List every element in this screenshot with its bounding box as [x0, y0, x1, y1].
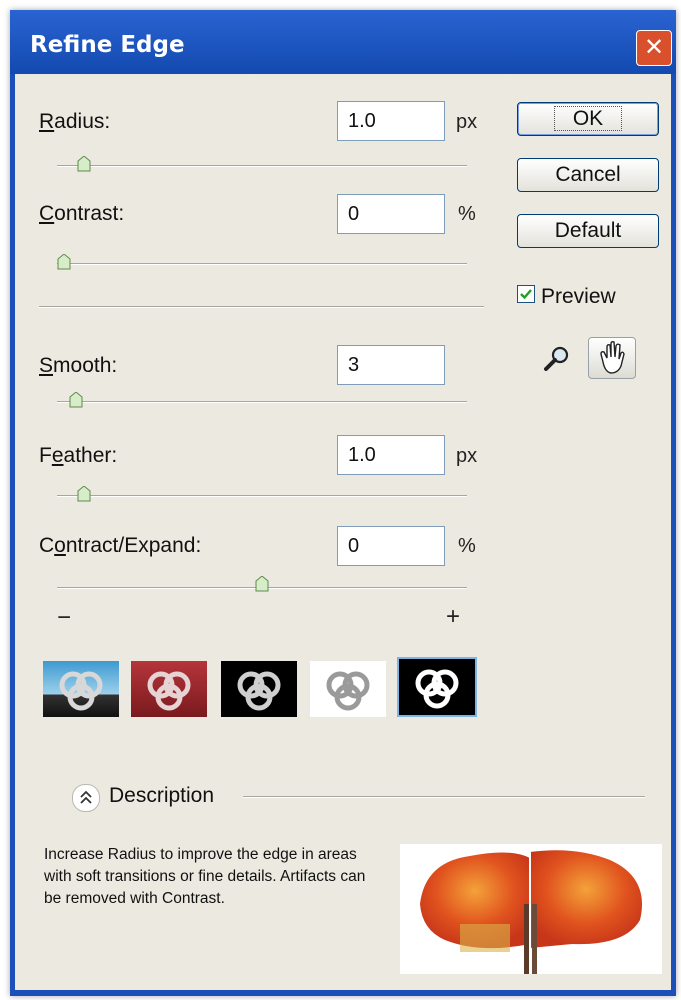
- description-text: Increase Radius to improve the edge in a…: [44, 846, 366, 907]
- dialog-body: Radius: 1.0 px Contrast: 0 % Smooth: 3 F…: [15, 74, 671, 990]
- feather-label: Feather:: [39, 444, 118, 467]
- smooth-slider-thumb[interactable]: [69, 392, 83, 408]
- feather-slider-thumb[interactable]: [77, 486, 91, 502]
- ok-button[interactable]: OK: [517, 102, 659, 136]
- view-mode-standard[interactable]: [43, 661, 119, 717]
- description-divider: [243, 796, 645, 798]
- view-mode-on-white[interactable]: [310, 661, 386, 717]
- cancel-button[interactable]: Cancel: [517, 158, 659, 192]
- close-icon: ✕: [643, 34, 665, 61]
- refine-edge-dialog: Refine Edge ✕ Radius: 1.0 px Contrast: 0…: [10, 10, 676, 996]
- radius-unit: px: [456, 111, 478, 133]
- rings-thumbnail: [147, 671, 191, 711]
- chevron-double-up-icon: [80, 790, 92, 804]
- view-mode-overlay[interactable]: [131, 661, 207, 717]
- radius-label: Radius:: [39, 110, 111, 133]
- tree-preview-image: [400, 844, 662, 974]
- rings-thumbnail: [237, 671, 281, 711]
- contract-expand-input[interactable]: 0: [337, 526, 445, 566]
- contrast-slider-track[interactable]: [57, 263, 467, 265]
- default-button[interactable]: Default: [517, 214, 659, 248]
- smooth-slider-track[interactable]: [57, 401, 467, 403]
- zoom-icon[interactable]: [543, 344, 573, 374]
- window-title: Refine Edge: [30, 32, 185, 58]
- contrast-input[interactable]: 0: [337, 194, 445, 234]
- hand-tool-button[interactable]: [588, 337, 636, 379]
- view-mode-on-black[interactable]: [221, 661, 297, 717]
- contract-min-label: −: [57, 604, 72, 631]
- section-divider: [39, 306, 484, 308]
- preview-label: Preview: [541, 285, 616, 308]
- hand-icon: [600, 341, 625, 374]
- rings-thumbnail: [59, 671, 103, 711]
- feather-unit: px: [456, 445, 478, 467]
- tree-image: [420, 844, 642, 974]
- title-bar[interactable]: Refine Edge ✕: [10, 10, 676, 74]
- contrast-unit: %: [458, 203, 476, 225]
- expand-max-label: +: [446, 603, 461, 630]
- feather-slider-track[interactable]: [57, 495, 467, 497]
- rings-mask-thumbnail: [415, 669, 459, 709]
- smooth-input[interactable]: 3: [337, 345, 445, 385]
- contract-expand-label: Contract/Expand:: [39, 534, 202, 557]
- contract-expand-unit: %: [458, 535, 476, 557]
- preview-checkbox[interactable]: [517, 285, 535, 303]
- description-heading: Description: [109, 784, 215, 807]
- description-toggle-button[interactable]: [72, 784, 100, 812]
- smooth-label: Smooth:: [39, 354, 118, 377]
- radius-slider-thumb[interactable]: [77, 156, 91, 172]
- close-button[interactable]: ✕: [636, 30, 672, 66]
- contrast-label: Contrast:: [39, 202, 125, 225]
- view-mode-mask[interactable]: [397, 657, 477, 717]
- rings-thumbnail: [326, 671, 370, 711]
- radius-input[interactable]: 1.0: [337, 101, 445, 141]
- contract-expand-slider-thumb[interactable]: [255, 576, 269, 592]
- checkmark-icon: [520, 289, 532, 300]
- feather-input[interactable]: 1.0: [337, 435, 445, 475]
- radius-slider-track[interactable]: [57, 165, 467, 167]
- contrast-slider-thumb[interactable]: [57, 254, 71, 270]
